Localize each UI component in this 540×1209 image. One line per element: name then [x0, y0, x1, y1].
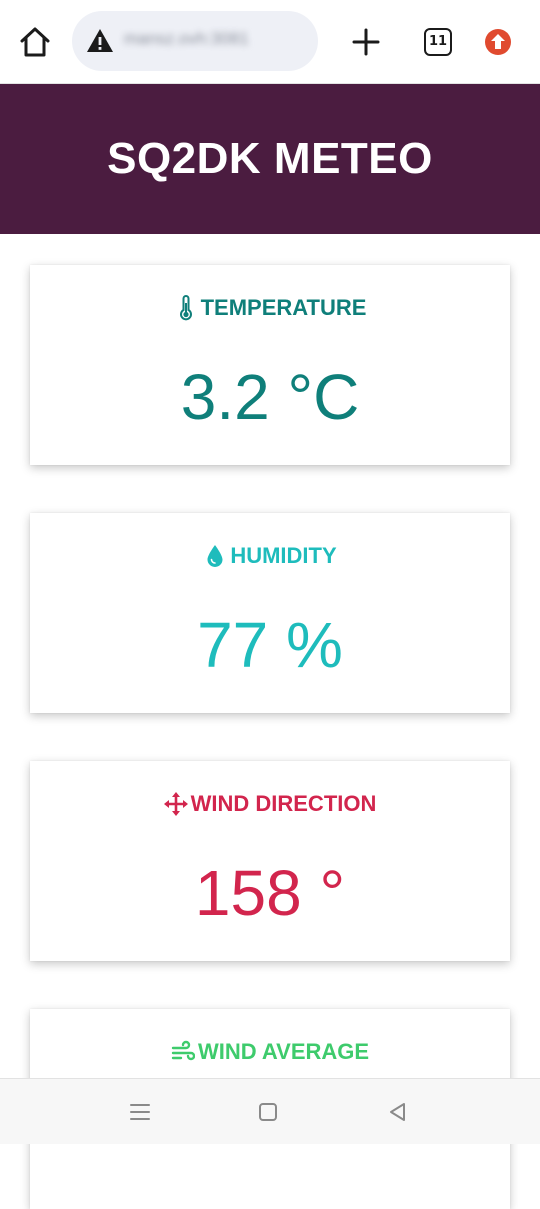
- wind-direction-label: WIND DIRECTION: [190, 791, 377, 816]
- menu-icon[interactable]: [128, 1100, 152, 1124]
- card-header: HUMIDITY: [30, 543, 510, 575]
- update-arrow-icon[interactable]: [484, 28, 512, 56]
- not-secure-warning-icon[interactable]: [86, 27, 114, 55]
- wind-icon: [171, 1040, 195, 1061]
- wind-direction-card: WIND DIRECTION 158 °: [30, 761, 510, 961]
- address-bar[interactable]: mansz.ovh:3081: [72, 11, 318, 71]
- tab-count-button[interactable]: 11: [424, 28, 452, 56]
- site-header: SQ2DK METEO: [0, 84, 540, 234]
- home-icon[interactable]: [17, 24, 53, 60]
- humidity-label: HUMIDITY: [230, 543, 337, 568]
- card-header: WIND AVERAGE: [30, 1039, 510, 1071]
- back-triangle-icon[interactable]: [386, 1100, 410, 1124]
- system-navigation-bar: [0, 1078, 540, 1144]
- temperature-card: TEMPERATURE 3.2 °C: [30, 265, 510, 465]
- page-title: SQ2DK METEO: [107, 134, 433, 183]
- temperature-value: 3.2 °C: [180, 361, 360, 433]
- humidity-card: HUMIDITY 77 %: [30, 513, 510, 713]
- temperature-label: TEMPERATURE: [200, 295, 367, 320]
- wind-average-label: WIND AVERAGE: [197, 1039, 370, 1064]
- wind-direction-value: 158 °: [194, 857, 346, 929]
- humidity-value: 77 %: [197, 609, 343, 681]
- browser-toolbar: mansz.ovh:3081 11: [0, 0, 540, 84]
- arrows-move-icon: [163, 792, 188, 816]
- url-text: mansz.ovh:3081: [124, 29, 249, 48]
- plus-icon[interactable]: [348, 24, 384, 60]
- card-header: TEMPERATURE: [30, 295, 510, 327]
- thermometer-icon: [179, 295, 192, 321]
- water-drop-icon: [207, 545, 223, 567]
- card-header: WIND DIRECTION: [30, 791, 510, 823]
- home-square-icon[interactable]: [256, 1100, 280, 1124]
